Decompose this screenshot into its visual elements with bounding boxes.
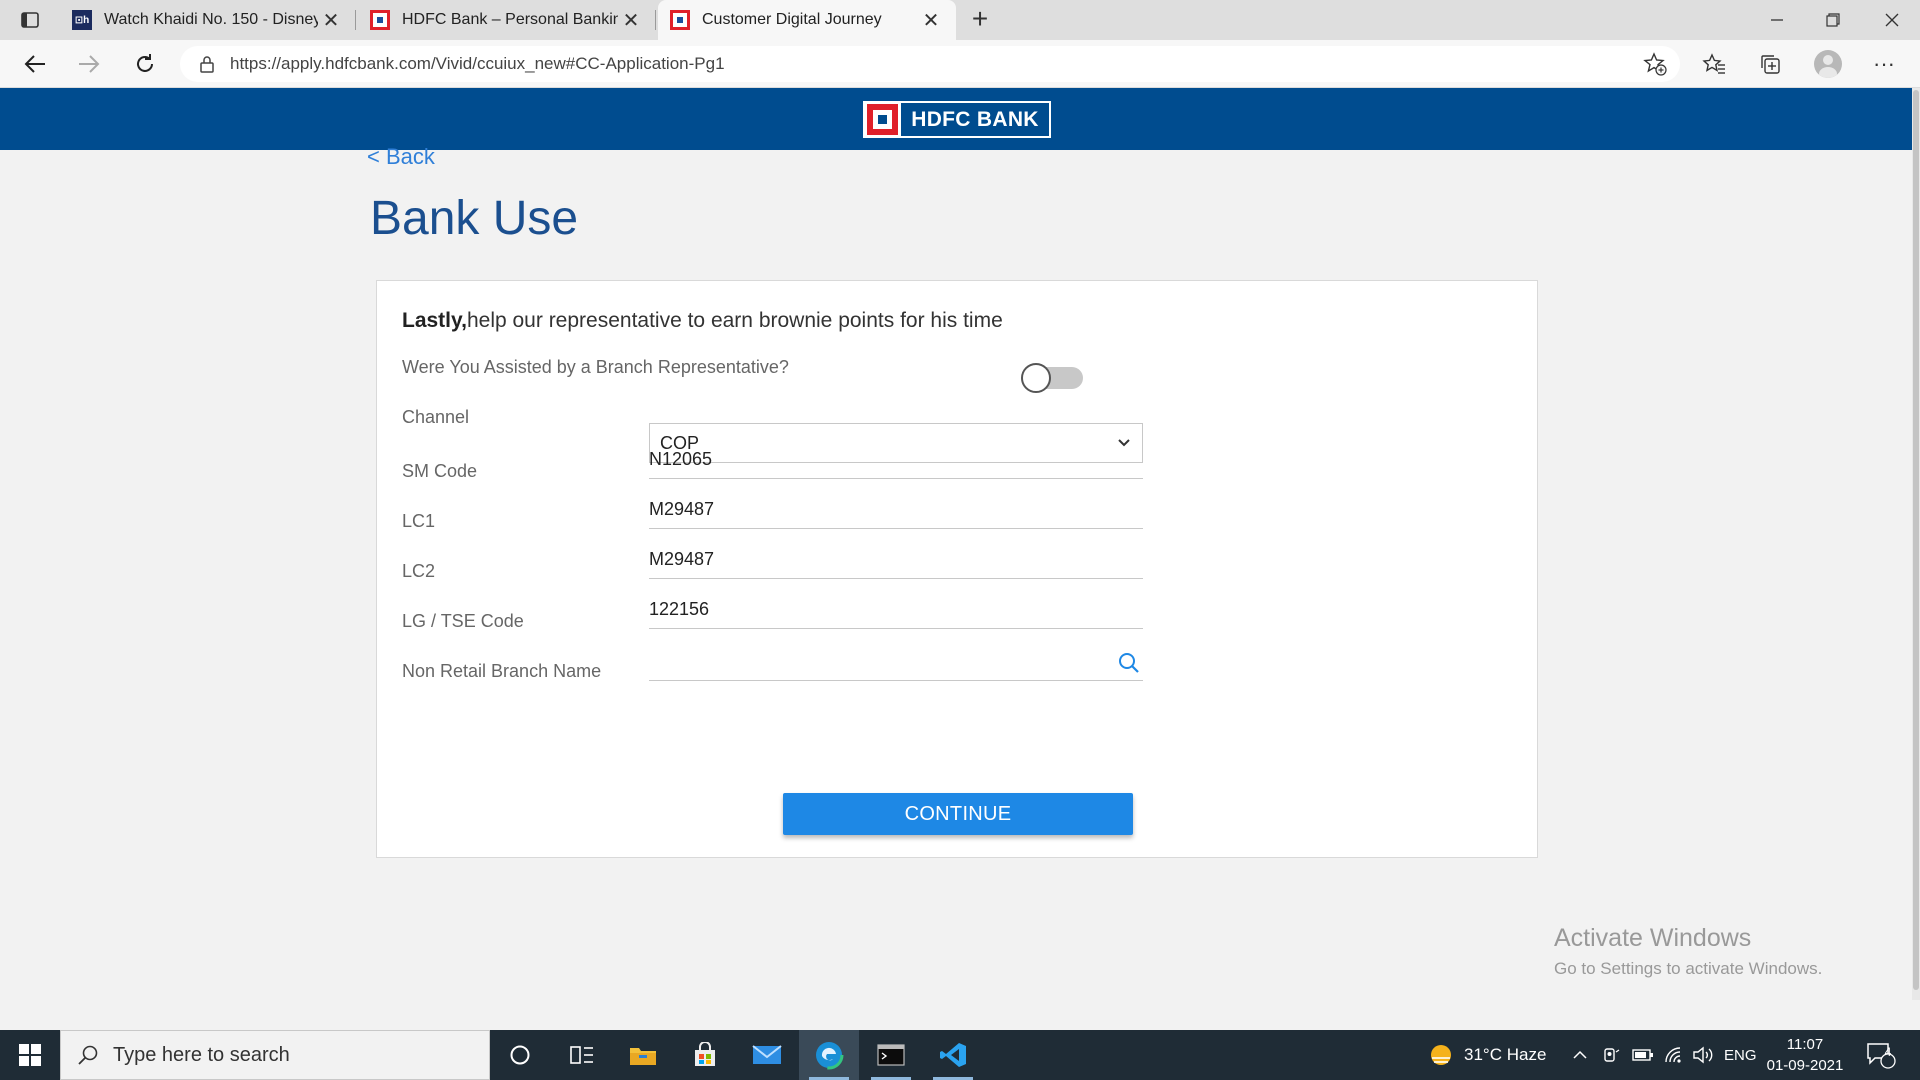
forward-arrow-icon xyxy=(72,48,106,80)
assisted-label: Were You Assisted by a Branch Representa… xyxy=(402,357,789,377)
collections-icon[interactable] xyxy=(1753,48,1787,80)
form-intro-bold: Lastly, xyxy=(402,309,467,332)
hotstar-favicon: ⊡h xyxy=(72,10,92,30)
lc1-field[interactable]: M29487 xyxy=(649,491,1143,529)
add-favorite-icon[interactable] xyxy=(1638,48,1672,80)
notification-count: 4 xyxy=(1884,1045,1892,1059)
meet-now-icon[interactable] xyxy=(1602,1030,1620,1080)
mail-icon[interactable] xyxy=(737,1030,797,1080)
page-scrollbar[interactable] xyxy=(1912,88,1920,1000)
weather-text: 31°C Haze xyxy=(1464,1045,1547,1064)
lock-icon[interactable] xyxy=(198,55,216,73)
continue-button[interactable]: CONTINUE xyxy=(783,793,1133,835)
battery-icon[interactable] xyxy=(1632,1030,1654,1080)
weather-widget[interactable]: 31°C Haze xyxy=(1428,1030,1546,1080)
browser-tab-strip: ⊡h Watch Khaidi No. 150 - Disney+ ✕ HDFC… xyxy=(0,0,1920,40)
page-viewport: HDFC BANK < Back Bank Use Lastly,help ou… xyxy=(0,88,1920,1000)
volume-icon[interactable] xyxy=(1692,1030,1714,1080)
favorites-icon[interactable] xyxy=(1697,48,1731,80)
windows-start-icon[interactable] xyxy=(0,1030,60,1080)
lg-tse-code-label: LG / TSE Code xyxy=(402,611,524,631)
form-intro: Lastly,help our representative to earn b… xyxy=(402,309,1003,333)
watermark-title: Activate Windows xyxy=(1554,924,1752,952)
close-tab-icon[interactable]: ✕ xyxy=(318,7,344,33)
lc2-value: M29487 xyxy=(649,549,715,569)
bank-use-form: Lastly,help our representative to earn b… xyxy=(376,280,1538,858)
search-icon[interactable] xyxy=(1117,651,1141,675)
weather-sun-icon xyxy=(1431,1045,1451,1065)
close-tab-icon[interactable]: ✕ xyxy=(618,7,644,33)
sm-code-value: N12065 xyxy=(649,449,713,469)
tab-hdfc-personal[interactable]: HDFC Bank – Personal Banking & ✕ xyxy=(358,0,656,40)
back-arrow-icon[interactable] xyxy=(18,48,52,80)
hdfc-favicon xyxy=(670,10,690,30)
cortana-icon[interactable] xyxy=(490,1030,550,1080)
tab-disney[interactable]: ⊡h Watch Khaidi No. 150 - Disney+ ✕ xyxy=(60,0,356,40)
non-retail-branch-label: Non Retail Branch Name xyxy=(402,661,602,681)
non-retail-branch-field[interactable] xyxy=(649,643,1143,681)
lg-tse-code-field[interactable]: 122156 xyxy=(649,591,1143,629)
settings-more-icon[interactable]: ··· xyxy=(1867,48,1901,80)
channel-label: Channel xyxy=(402,407,470,427)
sm-code-field[interactable]: N12065 xyxy=(649,441,1143,479)
lg-tse-code-value: 122156 xyxy=(649,599,710,619)
task-view-icon[interactable] xyxy=(552,1030,612,1080)
minimize-button[interactable] xyxy=(1749,0,1805,40)
url-text: https://apply.hdfcbank.com/Vivid/ccuiux_… xyxy=(230,54,725,73)
watermark-subtitle: Go to Settings to activate Windows. xyxy=(1554,959,1823,978)
language-indicator[interactable]: ENG xyxy=(1724,1030,1757,1080)
form-intro-text: help our representative to earn brownie … xyxy=(466,309,1003,332)
page-title: Bank Use xyxy=(370,192,579,245)
assisted-toggle[interactable] xyxy=(1021,363,1083,393)
lc1-value: M29487 xyxy=(649,499,715,519)
close-window-button[interactable] xyxy=(1864,0,1920,40)
file-explorer-icon[interactable] xyxy=(613,1030,673,1080)
clock-time: 11:07 xyxy=(1786,1036,1824,1053)
tab-actions-icon[interactable] xyxy=(10,6,50,34)
refresh-icon[interactable] xyxy=(128,48,162,80)
taskbar-search[interactable]: Type here to search xyxy=(60,1030,490,1080)
tab-title: Watch Khaidi No. 150 - Disney+ xyxy=(104,11,318,28)
clock[interactable]: 11:07 01-09-2021 xyxy=(1760,1034,1850,1076)
edge-browser-icon[interactable] xyxy=(799,1030,859,1080)
new-tab-button[interactable]: + xyxy=(964,4,996,36)
activate-windows-watermark: Activate Windows Go to Settings to activ… xyxy=(1554,924,1822,979)
search-icon xyxy=(77,1044,99,1066)
back-link[interactable]: < Back xyxy=(367,144,435,170)
toggle-knob xyxy=(1021,363,1051,393)
tab-title: Customer Digital Journey xyxy=(702,11,882,28)
hdfc-logo: HDFC BANK xyxy=(863,101,1051,138)
lc2-field[interactable]: M29487 xyxy=(649,541,1143,579)
wifi-icon[interactable] xyxy=(1664,1030,1684,1080)
address-bar[interactable]: https://apply.hdfcbank.com/Vivid/ccuiux_… xyxy=(180,46,1680,82)
clock-date: 01-09-2021 xyxy=(1766,1057,1844,1074)
hdfc-logo-mark xyxy=(867,104,898,135)
avatar xyxy=(1814,50,1842,78)
taskbar-search-placeholder: Type here to search xyxy=(113,1043,290,1066)
sm-code-label: SM Code xyxy=(402,461,478,481)
bank-header: HDFC BANK xyxy=(0,88,1920,150)
profile-avatar[interactable] xyxy=(1811,48,1845,80)
scrollbar-thumb[interactable] xyxy=(1913,90,1919,990)
lc2-label: LC2 xyxy=(402,561,436,581)
terminal-icon[interactable] xyxy=(861,1030,921,1080)
notifications-icon[interactable]: 4 xyxy=(1866,1030,1896,1080)
windows-taskbar: Type here to search 31°C Haze ENG 11:07 … xyxy=(0,1030,1920,1080)
browser-toolbar: https://apply.hdfcbank.com/Vivid/ccuiux_… xyxy=(0,40,1920,88)
tab-title: HDFC Bank – Personal Banking & xyxy=(402,11,618,28)
hdfc-favicon xyxy=(370,10,390,30)
close-tab-icon[interactable]: ✕ xyxy=(918,7,944,33)
tab-customer-digital-journey[interactable]: Customer Digital Journey ✕ xyxy=(658,0,956,40)
lc1-label: LC1 xyxy=(402,511,436,531)
vscode-icon[interactable] xyxy=(923,1030,983,1080)
restore-button[interactable] xyxy=(1805,0,1861,40)
microsoft-store-icon[interactable] xyxy=(675,1030,735,1080)
logo-text: HDFC BANK xyxy=(901,103,1049,136)
show-hidden-icons[interactable] xyxy=(1572,1030,1588,1080)
